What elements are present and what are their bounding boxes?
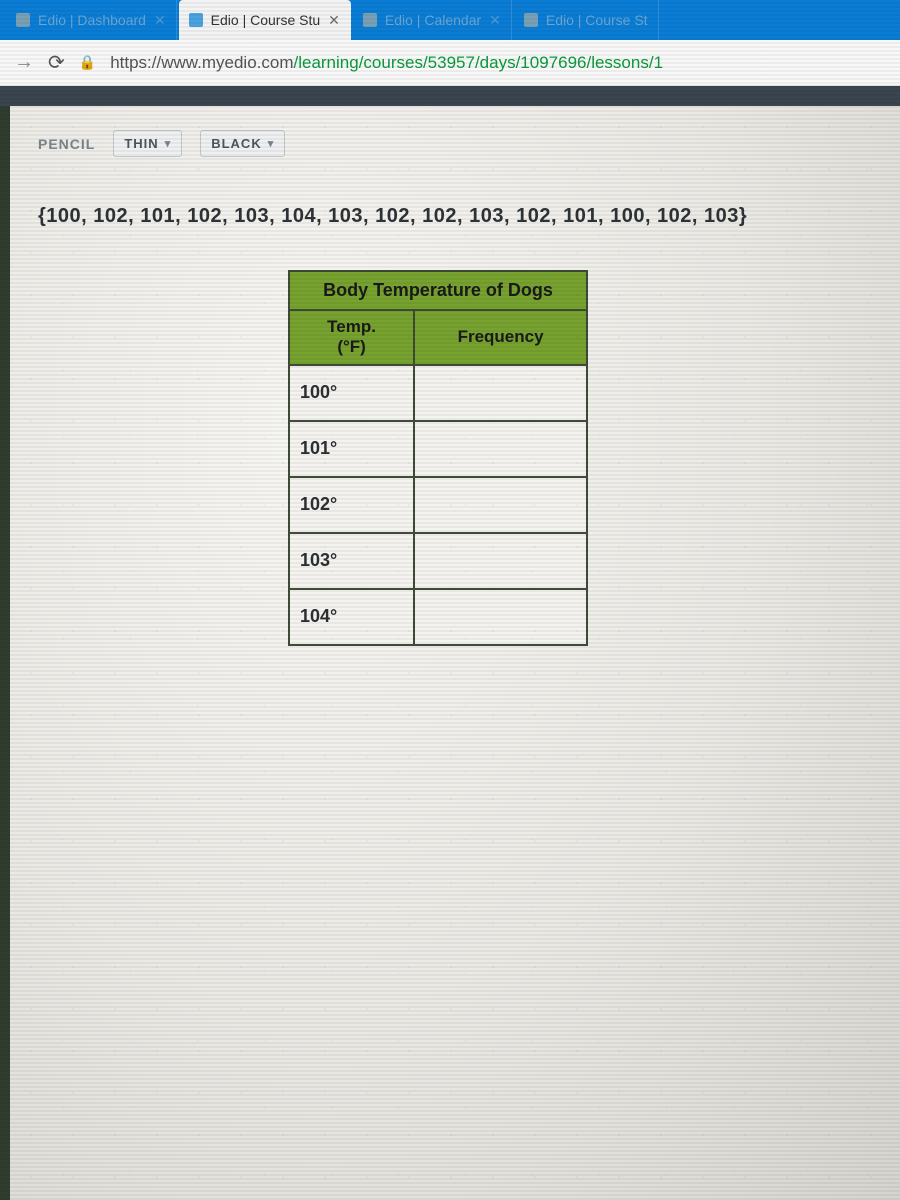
frequency-table: Body Temperature of Dogs Temp.(°F) Frequ… <box>288 270 588 646</box>
tab-title: Edio | Course St <box>546 12 648 28</box>
freq-cell[interactable] <box>414 589 587 645</box>
table-row: 100° <box>289 365 587 421</box>
freq-cell[interactable] <box>414 365 587 421</box>
favicon-icon <box>524 13 538 27</box>
url-host: https://www.myedio.com <box>110 53 293 72</box>
col-frequency: Frequency <box>414 310 587 365</box>
drawing-toolbar: PENCIL THIN ▾ BLACK ▾ <box>38 130 872 157</box>
close-icon[interactable]: ✕ <box>328 12 340 29</box>
chevron-down-icon: ▾ <box>268 137 275 150</box>
col-temp: Temp.(°F) <box>289 310 414 365</box>
table-row: 103° <box>289 533 587 589</box>
back-icon[interactable]: → <box>14 51 34 74</box>
freq-cell[interactable] <box>414 533 587 589</box>
chevron-down-icon: ▾ <box>165 137 172 150</box>
color-value: BLACK <box>211 136 262 151</box>
table-row: 104° <box>289 589 587 645</box>
thickness-value: THIN <box>124 136 158 151</box>
tab-dashboard[interactable]: Edio | Dashboard ✕ <box>6 0 177 40</box>
temp-cell: 104° <box>289 589 414 645</box>
url-display[interactable]: https://www.myedio.com/learning/courses/… <box>110 53 663 73</box>
favicon-icon <box>16 13 30 27</box>
page-left-edge <box>0 106 10 1200</box>
tab-title: Edio | Calendar <box>385 12 481 28</box>
table-row: 102° <box>289 477 587 533</box>
close-icon[interactable]: ✕ <box>154 12 166 29</box>
address-bar: → ⟳ 🔒 https://www.myedio.com/learning/co… <box>0 40 900 86</box>
freq-cell[interactable] <box>414 421 587 477</box>
browser-tab-strip: Edio | Dashboard ✕ Edio | Course Stu ✕ E… <box>0 0 900 40</box>
favicon-icon <box>363 13 377 27</box>
temp-cell: 100° <box>289 365 414 421</box>
table-row: 101° <box>289 421 587 477</box>
temp-cell: 103° <box>289 533 414 589</box>
lock-icon: 🔒 <box>79 54 96 71</box>
col-temp-label: Temp.(°F) <box>296 317 407 358</box>
close-icon[interactable]: ✕ <box>489 12 501 29</box>
reload-icon[interactable]: ⟳ <box>48 50 65 75</box>
lesson-content: PENCIL THIN ▾ BLACK ▾ {100, 102, 101, 10… <box>10 106 900 1200</box>
thickness-select[interactable]: THIN ▾ <box>113 130 182 157</box>
dataset-text: {100, 102, 101, 102, 103, 104, 103, 102,… <box>38 205 872 228</box>
freq-cell[interactable] <box>414 477 587 533</box>
tab-calendar[interactable]: Edio | Calendar ✕ <box>353 0 512 40</box>
table-title: Body Temperature of Dogs <box>289 271 587 310</box>
color-select[interactable]: BLACK ▾ <box>200 130 285 157</box>
tool-label[interactable]: PENCIL <box>38 136 95 152</box>
tab-course-active[interactable]: Edio | Course Stu ✕ <box>179 0 351 40</box>
temp-cell: 101° <box>289 421 414 477</box>
tab-course-2[interactable]: Edio | Course St <box>514 0 659 40</box>
url-path: /learning/courses/53957/days/1097696/les… <box>293 53 663 72</box>
temp-cell: 102° <box>289 477 414 533</box>
tab-title: Edio | Dashboard <box>38 12 146 28</box>
tab-title: Edio | Course Stu <box>211 12 320 28</box>
favicon-icon <box>189 13 203 27</box>
